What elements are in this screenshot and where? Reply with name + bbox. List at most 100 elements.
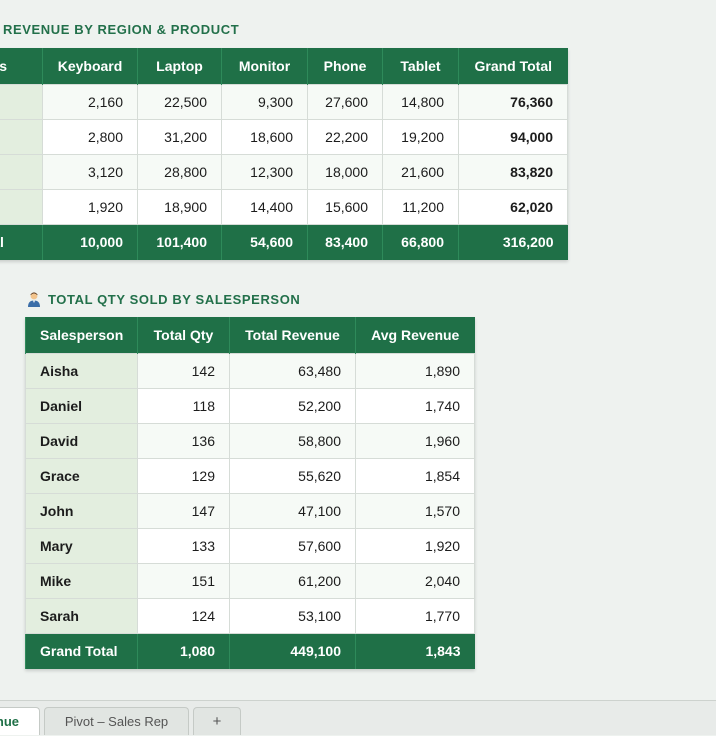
row-label-cell[interactable] bbox=[0, 118, 43, 155]
cell[interactable]: 133 bbox=[137, 527, 230, 564]
total-cell[interactable]: 1,843 bbox=[355, 633, 475, 669]
grand-total-label[interactable]: otal bbox=[0, 224, 43, 260]
cell[interactable]: 18,000 bbox=[307, 153, 383, 190]
cell[interactable]: 1,920 bbox=[355, 527, 475, 564]
cell[interactable]: 14,800 bbox=[382, 83, 459, 120]
cell[interactable]: 47,100 bbox=[229, 492, 356, 529]
row-grand-total-cell[interactable]: 62,020 bbox=[458, 188, 568, 225]
header-grand-total[interactable]: Grand Total bbox=[458, 48, 568, 84]
salesperson-name[interactable]: John bbox=[25, 492, 138, 529]
table-row: Aisha 142 63,480 1,890 bbox=[25, 352, 475, 389]
row-label-cell[interactable] bbox=[0, 83, 43, 120]
sheet-tab-sales-rep[interactable]: Pivot – Sales Rep bbox=[44, 707, 189, 735]
total-cell[interactable]: 449,100 bbox=[229, 633, 356, 669]
table-row: Sarah 124 53,100 1,770 bbox=[25, 597, 475, 634]
total-cell[interactable]: 101,400 bbox=[137, 224, 222, 260]
cell[interactable]: 1,920 bbox=[42, 188, 138, 225]
pivot-salesperson-title: TOTAL QTY SOLD BY SALESPERSON bbox=[26, 291, 300, 307]
cell[interactable]: 129 bbox=[137, 457, 230, 494]
header-laptop[interactable]: Laptop bbox=[137, 48, 222, 84]
row-grand-total-cell[interactable]: 94,000 bbox=[458, 118, 568, 155]
header-salesperson[interactable]: Salesperson bbox=[25, 317, 138, 353]
cell[interactable]: 22,500 bbox=[137, 83, 222, 120]
cell[interactable]: 52,200 bbox=[229, 387, 356, 424]
sheet-tab-bar: nue Pivot – Sales Rep + bbox=[0, 700, 716, 735]
row-label-cell[interactable] bbox=[0, 153, 43, 190]
table-row: Daniel 118 52,200 1,740 bbox=[25, 387, 475, 424]
total-cell[interactable]: 316,200 bbox=[458, 224, 568, 260]
cell[interactable]: 124 bbox=[137, 597, 230, 634]
pivot-region-title: REVENUE BY REGION & PRODUCT bbox=[3, 22, 240, 37]
grand-total-label[interactable]: Grand Total bbox=[25, 633, 138, 669]
cell[interactable]: 1,960 bbox=[355, 422, 475, 459]
table-row: 2,160 22,500 9,300 27,600 14,800 76,360 bbox=[0, 83, 568, 120]
grand-total-row: Grand Total 1,080 449,100 1,843 bbox=[25, 633, 475, 669]
salesperson-name[interactable]: Grace bbox=[25, 457, 138, 494]
row-label-cell[interactable] bbox=[0, 188, 43, 225]
salesperson-name[interactable]: David bbox=[25, 422, 138, 459]
cell[interactable]: 28,800 bbox=[137, 153, 222, 190]
cell[interactable]: 14,400 bbox=[221, 188, 308, 225]
cell[interactable]: 61,200 bbox=[229, 562, 356, 599]
table-row: Grace 129 55,620 1,854 bbox=[25, 457, 475, 494]
total-cell[interactable]: 83,400 bbox=[307, 224, 383, 260]
cell[interactable]: 1,570 bbox=[355, 492, 475, 529]
cell[interactable]: 2,800 bbox=[42, 118, 138, 155]
cell[interactable]: 136 bbox=[137, 422, 230, 459]
cell[interactable]: 12,300 bbox=[221, 153, 308, 190]
salesperson-name[interactable]: Aisha bbox=[25, 352, 138, 389]
cell[interactable]: 2,160 bbox=[42, 83, 138, 120]
cell[interactable]: 11,200 bbox=[382, 188, 459, 225]
salesperson-name[interactable]: Mary bbox=[25, 527, 138, 564]
add-sheet-button[interactable]: + bbox=[193, 707, 241, 735]
cell[interactable]: 53,100 bbox=[229, 597, 356, 634]
pivot-header-row: Salesperson Total Qty Total Revenue Avg … bbox=[25, 317, 475, 353]
total-cell[interactable]: 10,000 bbox=[42, 224, 138, 260]
cell[interactable]: 21,600 bbox=[382, 153, 459, 190]
cell[interactable]: 31,200 bbox=[137, 118, 222, 155]
header-avg-revenue[interactable]: Avg Revenue bbox=[355, 317, 475, 353]
cell[interactable]: 57,600 bbox=[229, 527, 356, 564]
total-cell[interactable]: 66,800 bbox=[382, 224, 459, 260]
pivot-salesperson-title-text: TOTAL QTY SOLD BY SALESPERSON bbox=[48, 291, 301, 307]
header-tablet[interactable]: Tablet bbox=[382, 48, 459, 84]
salesperson-name[interactable]: Mike bbox=[25, 562, 138, 599]
table-row: Mary 133 57,600 1,920 bbox=[25, 527, 475, 564]
row-grand-total-cell[interactable]: 76,360 bbox=[458, 83, 568, 120]
header-phone[interactable]: Phone bbox=[307, 48, 383, 84]
cell[interactable]: 1,890 bbox=[355, 352, 475, 389]
cell[interactable]: 2,040 bbox=[355, 562, 475, 599]
header-total-revenue[interactable]: Total Revenue bbox=[229, 317, 356, 353]
cell[interactable]: 55,620 bbox=[229, 457, 356, 494]
cell[interactable]: 151 bbox=[137, 562, 230, 599]
header-total-qty[interactable]: Total Qty bbox=[137, 317, 230, 353]
cell[interactable]: 9,300 bbox=[221, 83, 308, 120]
salesperson-name[interactable]: Daniel bbox=[25, 387, 138, 424]
cell[interactable]: 147 bbox=[137, 492, 230, 529]
salesperson-name[interactable]: Sarah bbox=[25, 597, 138, 634]
cell[interactable]: 1,770 bbox=[355, 597, 475, 634]
pivot-header-row: bels Keyboard Laptop Monitor Phone Table… bbox=[0, 48, 568, 84]
cell[interactable]: 118 bbox=[137, 387, 230, 424]
header-row-labels[interactable]: bels bbox=[0, 48, 43, 84]
total-cell[interactable]: 54,600 bbox=[221, 224, 308, 260]
sheet-tab-revenue[interactable]: nue bbox=[0, 707, 40, 735]
cell[interactable]: 19,200 bbox=[382, 118, 459, 155]
cell[interactable]: 15,600 bbox=[307, 188, 383, 225]
grand-total-row: otal 10,000 101,400 54,600 83,400 66,800… bbox=[0, 224, 568, 260]
cell[interactable]: 22,200 bbox=[307, 118, 383, 155]
row-grand-total-cell[interactable]: 83,820 bbox=[458, 153, 568, 190]
total-cell[interactable]: 1,080 bbox=[137, 633, 230, 669]
cell[interactable]: 1,854 bbox=[355, 457, 475, 494]
cell[interactable]: 1,740 bbox=[355, 387, 475, 424]
cell[interactable]: 63,480 bbox=[229, 352, 356, 389]
table-row: Mike 151 61,200 2,040 bbox=[25, 562, 475, 599]
header-monitor[interactable]: Monitor bbox=[221, 48, 308, 84]
cell[interactable]: 142 bbox=[137, 352, 230, 389]
cell[interactable]: 18,900 bbox=[137, 188, 222, 225]
cell[interactable]: 58,800 bbox=[229, 422, 356, 459]
cell[interactable]: 27,600 bbox=[307, 83, 383, 120]
cell[interactable]: 3,120 bbox=[42, 153, 138, 190]
cell[interactable]: 18,600 bbox=[221, 118, 308, 155]
header-keyboard[interactable]: Keyboard bbox=[42, 48, 138, 84]
